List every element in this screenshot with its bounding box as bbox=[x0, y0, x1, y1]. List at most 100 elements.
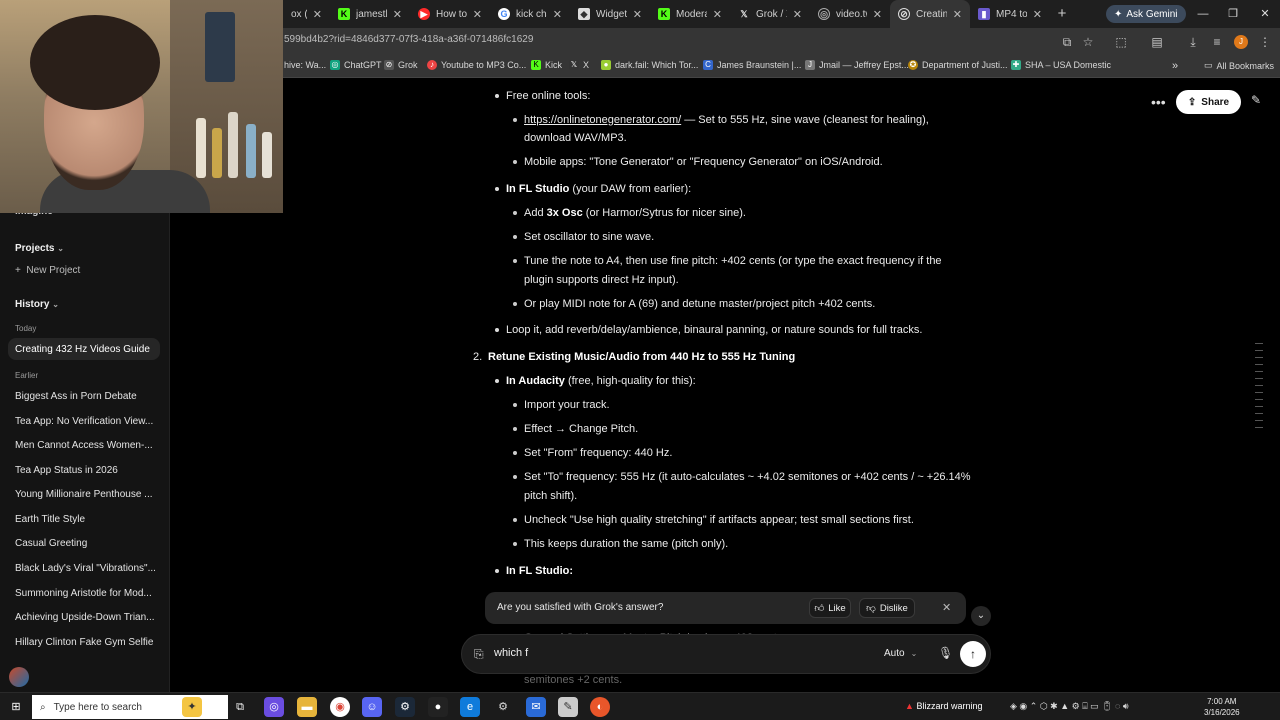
file-explorer-icon[interactable]: ▬ bbox=[297, 697, 317, 717]
edge-icon[interactable]: e bbox=[460, 697, 480, 717]
close-icon[interactable]: ✕ bbox=[793, 8, 802, 21]
tab-widgets[interactable]: ◆ Widgets ✕ bbox=[570, 0, 650, 28]
close-icon[interactable]: ✕ bbox=[633, 8, 642, 21]
tray-icons[interactable]: ◈ ◉ ⌃ ⬡ ✱ ▲ ⚙ ⌸ ▭ 🔋︎ ◌ 🔊︎ bbox=[1010, 701, 1129, 712]
outlook-icon[interactable]: ✉ bbox=[526, 697, 546, 717]
tone-generator-link[interactable]: https://onlinetonegenerator.com/ bbox=[524, 114, 681, 126]
close-icon[interactable]: ✕ bbox=[1033, 8, 1042, 21]
bookmark-star-icon[interactable]: ☆ bbox=[1079, 33, 1097, 51]
bullet bbox=[513, 518, 517, 522]
tab-label: Grok / X bbox=[756, 8, 787, 20]
history-item[interactable]: Achieving Upside-Down Trian... bbox=[15, 612, 155, 623]
message-input[interactable]: which f bbox=[494, 647, 528, 659]
send-button[interactable]: ↑ bbox=[960, 641, 986, 667]
history-item[interactable]: Casual Greeting bbox=[15, 538, 87, 549]
user-avatar[interactable] bbox=[9, 667, 29, 687]
tab-creating[interactable]: ⊘ Creating ✕ bbox=[890, 0, 970, 28]
history-group-today: Today bbox=[15, 324, 37, 333]
bookmark-item[interactable]: ✪ Department of Justi... bbox=[908, 60, 1008, 70]
history-item[interactable]: Men Cannot Access Women-... bbox=[15, 440, 153, 451]
history-item[interactable]: Black Lady's Viral "Vibrations"... bbox=[15, 563, 156, 574]
microphone-icon[interactable]: 🎙︎ bbox=[938, 646, 953, 660]
tab-grok-x[interactable]: 𝕏 Grok / X ✕ bbox=[730, 0, 810, 28]
chevron-down-icon: ⌄ bbox=[52, 300, 59, 309]
new-tab-button[interactable]: + bbox=[1050, 2, 1074, 26]
fl-studio-icon[interactable]: ● bbox=[428, 697, 448, 717]
window-close-icon[interactable]: ✕ bbox=[1250, 0, 1280, 28]
scroll-down-button[interactable]: ⌄ bbox=[971, 606, 991, 626]
history-item[interactable]: Tea App Status in 2026 bbox=[15, 465, 118, 476]
tab-mp4[interactable]: ▮ MP4 to ✕ bbox=[970, 0, 1050, 28]
attach-icon[interactable]: ⎘ bbox=[474, 647, 484, 662]
settings-gear-icon[interactable]: ⚙ bbox=[493, 697, 513, 717]
tab-kick-jamesthe[interactable]: Kjamesthe ✕ bbox=[330, 0, 410, 28]
bookmark-item[interactable]: 𝕏X bbox=[569, 60, 589, 70]
chevron-down-icon: ⌄ bbox=[57, 244, 64, 253]
all-bookmarks-button[interactable]: ▭ All Bookmarks bbox=[1204, 60, 1274, 71]
bookmark-label: Department of Justi... bbox=[922, 60, 1008, 70]
close-icon[interactable]: ✕ bbox=[393, 8, 402, 21]
profile-avatar[interactable]: J bbox=[1234, 35, 1248, 49]
address-bar[interactable]: 599bd4b2?rid=4846d377-07f3-418a-a36f-071… bbox=[284, 34, 533, 45]
dislike-button[interactable]: 👎︎ Dislike bbox=[859, 598, 915, 618]
sidepanel-icon[interactable]: ▤ bbox=[1148, 33, 1166, 51]
bookmark-item[interactable]: hive: Wa... bbox=[284, 60, 326, 70]
discord-icon[interactable]: ☺ bbox=[362, 697, 382, 717]
tab-how-to[interactable]: ▶ How to c ✕ bbox=[410, 0, 490, 28]
bookmark-item[interactable]: ● dark.fail: Which Tor... bbox=[601, 60, 698, 70]
tab-moderator[interactable]: K Moderat ✕ bbox=[650, 0, 730, 28]
bookmark-item[interactable]: ♪ Youtube to MP3 Co... bbox=[427, 60, 526, 70]
close-icon[interactable]: ✕ bbox=[873, 8, 882, 21]
extensions-icon[interactable]: ⬚ bbox=[1112, 33, 1130, 51]
bookmarks-overflow-icon[interactable]: » bbox=[1172, 60, 1178, 72]
close-icon[interactable]: ✕ bbox=[713, 8, 722, 21]
copilot-icon[interactable]: ◎ bbox=[264, 697, 284, 717]
x-icon: 𝕏 bbox=[569, 60, 579, 70]
windows-start-icon[interactable]: ⊞ bbox=[6, 697, 26, 717]
tab-inbox[interactable]: ox (9) ✕ bbox=[283, 0, 330, 28]
task-view-icon[interactable]: ⧉ bbox=[230, 697, 250, 717]
close-icon[interactable]: ✕ bbox=[942, 601, 951, 614]
conversation-scroll-markers[interactable] bbox=[1255, 343, 1265, 434]
firefox-icon[interactable]: ◐ bbox=[590, 697, 610, 717]
jmail-icon: J bbox=[805, 60, 815, 70]
weather-warning[interactable]: ▲ Blizzard warning bbox=[905, 701, 982, 711]
model-mode-select[interactable]: Auto ⌄ bbox=[884, 648, 917, 659]
history-item[interactable]: Tea App: No Verification View... bbox=[15, 416, 153, 427]
close-icon[interactable]: ✕ bbox=[313, 8, 322, 21]
history-item[interactable]: Hillary Clinton Fake Gym Selfie bbox=[15, 637, 153, 648]
media-icon[interactable]: ≡ bbox=[1208, 33, 1226, 51]
bookmark-item[interactable]: K Kick bbox=[531, 60, 562, 70]
cast-icon[interactable]: ⧉ bbox=[1058, 33, 1076, 51]
history-item[interactable]: Young Millionaire Penthouse ... bbox=[15, 489, 153, 500]
close-icon[interactable]: ✕ bbox=[473, 8, 482, 21]
menu-icon[interactable]: ⋮ bbox=[1256, 33, 1274, 51]
tab-kick-chat[interactable]: Gkick chat ✕ bbox=[490, 0, 570, 28]
notepad-icon[interactable]: ✎ bbox=[558, 697, 578, 717]
bookmark-item[interactable]: ✚ SHA – USA Domestic bbox=[1011, 60, 1111, 70]
projects-header[interactable]: Projects ⌄ bbox=[15, 243, 64, 254]
bookmark-item[interactable]: ⊘ Grok bbox=[384, 60, 418, 70]
tab-video[interactable]: ◎ video.tw ✕ bbox=[810, 0, 890, 28]
history-header[interactable]: History ⌄ bbox=[15, 299, 59, 310]
ask-gemini-button[interactable]: ✦ Ask Gemini bbox=[1106, 5, 1186, 23]
history-item[interactable]: Biggest Ass in Porn Debate bbox=[15, 391, 137, 402]
history-item[interactable]: Summoning Aristotle for Mod... bbox=[15, 588, 152, 599]
close-icon[interactable]: ✕ bbox=[553, 8, 562, 21]
bookmark-item[interactable]: J Jmail — Jeffrey Epst... bbox=[805, 60, 909, 70]
new-project-button[interactable]: + New Project bbox=[15, 265, 80, 276]
history-item[interactable]: Earth Title Style bbox=[15, 514, 85, 525]
steam-icon[interactable]: ⚙ bbox=[395, 697, 415, 717]
close-icon[interactable]: ✕ bbox=[953, 8, 962, 21]
restore-icon[interactable]: ❐ bbox=[1218, 0, 1248, 28]
history-item-active[interactable]: Creating 432 Hz Videos Guide bbox=[15, 344, 150, 355]
chrome-icon[interactable]: ◉ bbox=[330, 697, 350, 717]
like-button[interactable]: 👍︎ Like bbox=[809, 598, 851, 618]
history-group-earlier: Earlier bbox=[15, 371, 39, 380]
bookmark-item[interactable]: C James Braunstein |... bbox=[703, 60, 801, 70]
bookmark-item[interactable]: ◎ ChatGPT bbox=[330, 60, 382, 70]
copilot-sparkle-icon[interactable]: ✦ bbox=[182, 697, 202, 717]
download-icon[interactable]: ⤓ bbox=[1184, 33, 1202, 51]
taskbar-clock[interactable]: 7:00 AM 3/16/2026 bbox=[1204, 696, 1240, 718]
minimize-icon[interactable]: — bbox=[1188, 0, 1218, 28]
